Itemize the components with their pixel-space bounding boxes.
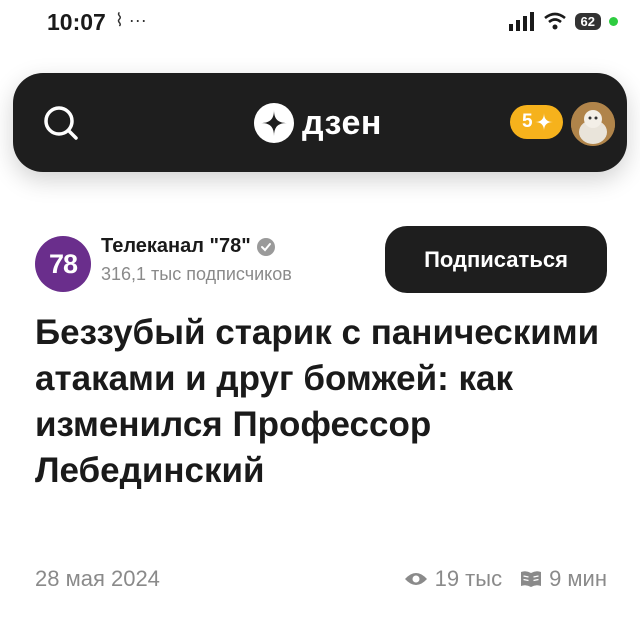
article-stats: 19 тыс 9 мин [404, 566, 607, 592]
read-time-stat: 9 мин [520, 566, 607, 592]
wifi-icon [543, 12, 566, 30]
user-avatar[interactable] [569, 100, 617, 148]
views-count: 19 тыс [434, 566, 503, 591]
points-badge[interactable]: 5 [510, 105, 563, 139]
signal-icon [508, 12, 534, 31]
publish-date: 28 мая 2024 [35, 566, 160, 591]
channel-logo[interactable]: 78 [35, 236, 91, 292]
subscriber-count: 316,1 тыс подписчиков [101, 264, 292, 284]
status-right-group: 62 [508, 11, 618, 31]
status-time: 10:07 [47, 9, 106, 35]
channel-name[interactable]: Телеканал "78" [101, 235, 251, 258]
logo-text: дзен [302, 103, 382, 142]
channel-name-row: Телеканал "78" [101, 235, 275, 258]
subscribe-button[interactable]: Подписаться [385, 226, 607, 293]
dzen-logo[interactable]: дзен [254, 103, 382, 143]
privacy-dot-icon [609, 16, 618, 26]
points-count: 5 [522, 111, 533, 132]
dzen-star-icon [254, 103, 294, 143]
status-bar: 10:07 ⌇ ··· 62 [0, 0, 640, 50]
search-icon [44, 106, 78, 140]
views-stat: 19 тыс [404, 566, 502, 592]
battery-indicator: 62 [574, 12, 601, 30]
notification-icons: ⌇ ··· [115, 10, 147, 30]
search-button[interactable] [41, 103, 81, 143]
sparkle-icon [534, 113, 553, 131]
book-icon [521, 571, 542, 587]
article-title: Беззубый старик с паническими атаками и … [35, 313, 600, 490]
verified-icon [256, 237, 275, 256]
read-time: 9 мин [549, 566, 607, 591]
eye-icon [404, 573, 427, 585]
app-header: дзен 5 [13, 73, 627, 172]
